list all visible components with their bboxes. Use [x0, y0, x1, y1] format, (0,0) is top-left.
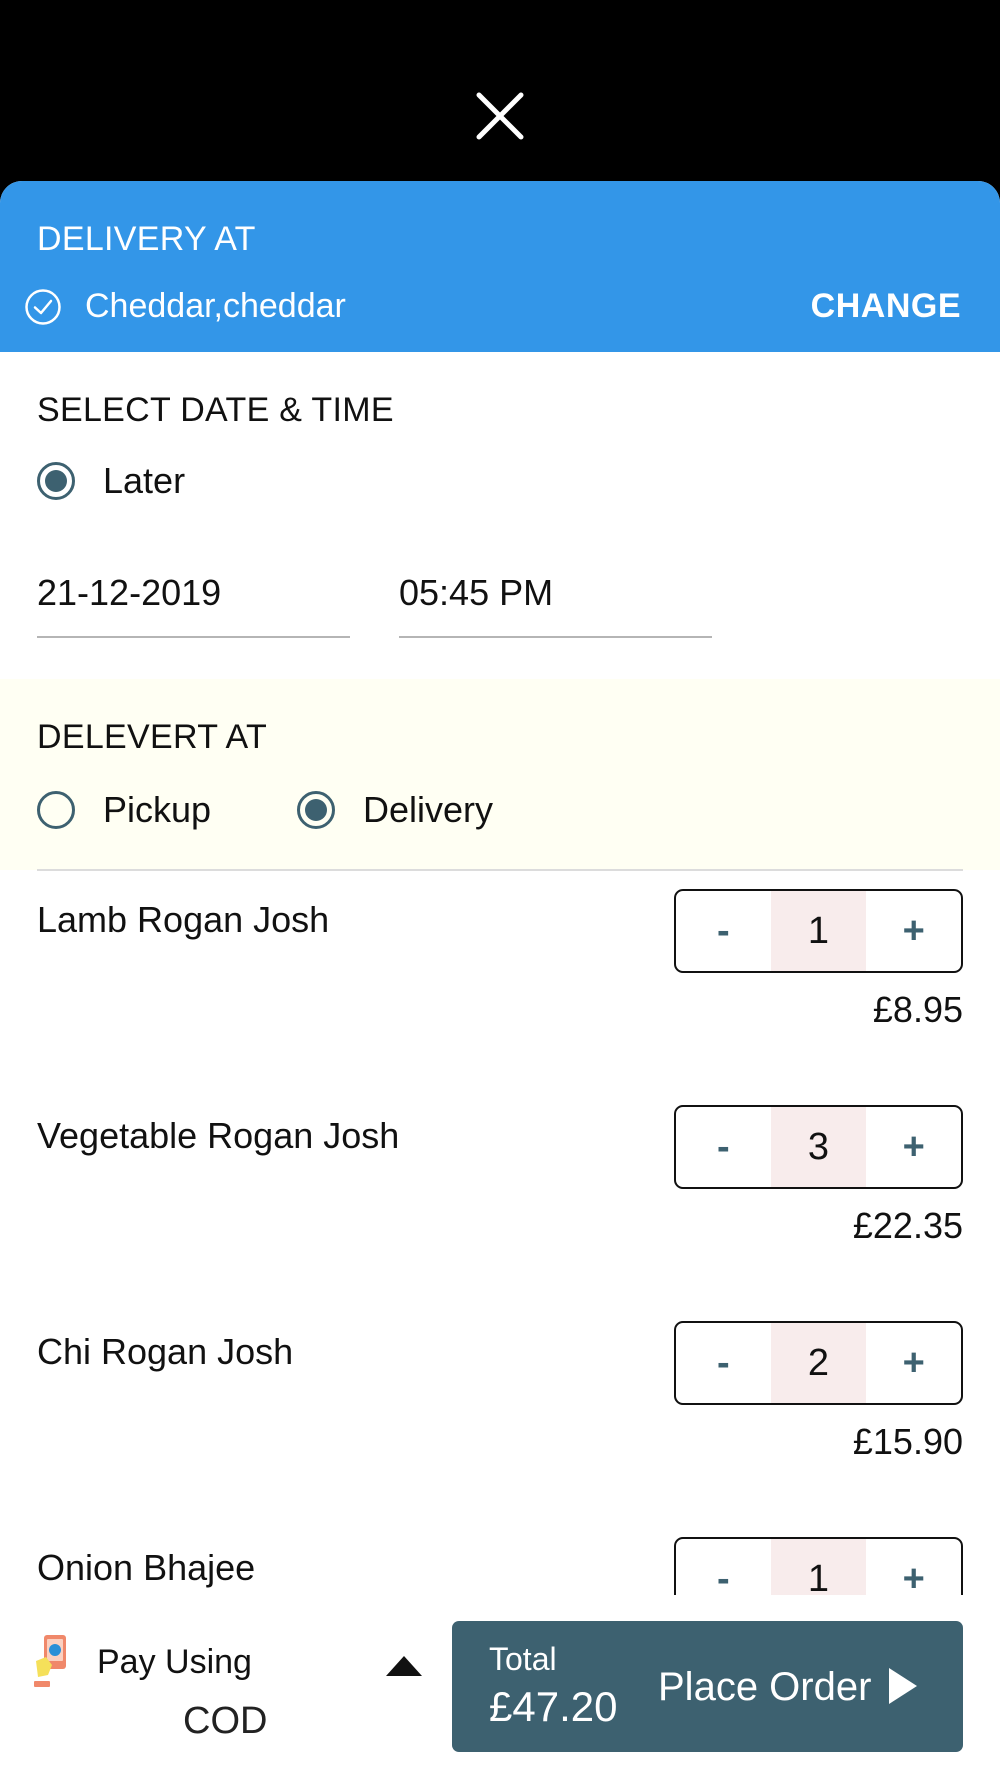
item-name: Onion Bhajee: [37, 1547, 256, 1588]
payment-method-value: COD: [183, 1700, 268, 1742]
payment-hand-icon: [34, 1635, 66, 1687]
place-order-button[interactable]: Total £47.20 Place Order: [452, 1621, 963, 1752]
order-type-title: DELEVERT AT: [37, 718, 268, 756]
item-price: £8.95: [872, 989, 963, 1030]
top-bar: [0, 0, 1000, 182]
quantity-value: 3: [770, 1107, 867, 1187]
later-radio[interactable]: Later: [37, 460, 185, 502]
item-name: Chi Rogan Josh: [37, 1331, 294, 1372]
quantity-stepper: - 2 +: [674, 1321, 963, 1405]
close-icon: [476, 92, 524, 140]
item-price: £15.90: [852, 1421, 963, 1462]
decrease-button[interactable]: -: [676, 1323, 771, 1403]
total-amount: £47.20: [489, 1683, 618, 1730]
close-button[interactable]: [468, 88, 532, 144]
delivery-address: Cheddar,cheddar: [85, 287, 346, 325]
delivery-label: Delivery: [363, 789, 494, 830]
pickup-radio[interactable]: Pickup: [37, 789, 211, 831]
change-address-button[interactable]: CHANGE: [811, 287, 961, 326]
delivery-radio[interactable]: Delivery: [297, 789, 493, 831]
decrease-button[interactable]: -: [676, 891, 771, 971]
total-label: Total: [489, 1641, 557, 1677]
quantity-stepper: - 1 +: [674, 889, 963, 973]
quantity-value: 2: [770, 1323, 867, 1403]
increase-button[interactable]: +: [866, 1323, 961, 1403]
pickup-label: Pickup: [103, 789, 212, 830]
delivery-at-title: DELIVERY AT: [37, 220, 256, 258]
cart-item: Lamb Rogan Josh - 1 + £8.95: [0, 871, 1000, 1087]
radio-selected-icon: [297, 791, 335, 829]
increase-button[interactable]: +: [866, 1107, 961, 1187]
date-field[interactable]: 21-12-2019: [37, 572, 350, 638]
later-label: Later: [103, 460, 186, 501]
checkout-footer: Pay Using COD Total £47.20 Place Order: [0, 1595, 1000, 1778]
time-field[interactable]: 05:45 PM: [399, 572, 712, 638]
cart-item: Vegetable Rogan Josh - 3 + £22.35: [0, 1087, 1000, 1303]
place-order-label: Place Order: [658, 1665, 872, 1709]
quantity-value: 1: [770, 891, 867, 971]
item-name: Lamb Rogan Josh: [37, 899, 330, 940]
checkout-sheet: DELIVERY AT Cheddar,cheddar CHANGE SELEC…: [0, 181, 1000, 1778]
delivery-address-header: DELIVERY AT Cheddar,cheddar CHANGE: [0, 181, 1000, 352]
radio-selected-icon: [37, 462, 75, 500]
radio-unselected-icon: [37, 791, 75, 829]
pay-using-label: Pay Using: [97, 1643, 252, 1681]
item-price: £22.35: [852, 1205, 963, 1246]
check-circle-icon: [25, 289, 61, 325]
order-type-section: DELEVERT AT Pickup Delivery: [0, 679, 1000, 870]
item-name: Vegetable Rogan Josh: [37, 1115, 400, 1156]
increase-button[interactable]: +: [866, 891, 961, 971]
select-date-time-title: SELECT DATE & TIME: [37, 391, 394, 429]
decrease-button[interactable]: -: [676, 1107, 771, 1187]
cart-item: Chi Rogan Josh - 2 + £15.90: [0, 1303, 1000, 1519]
play-arrow-icon: [889, 1668, 917, 1704]
caret-up-icon[interactable]: [386, 1656, 422, 1676]
quantity-stepper: - 3 +: [674, 1105, 963, 1189]
